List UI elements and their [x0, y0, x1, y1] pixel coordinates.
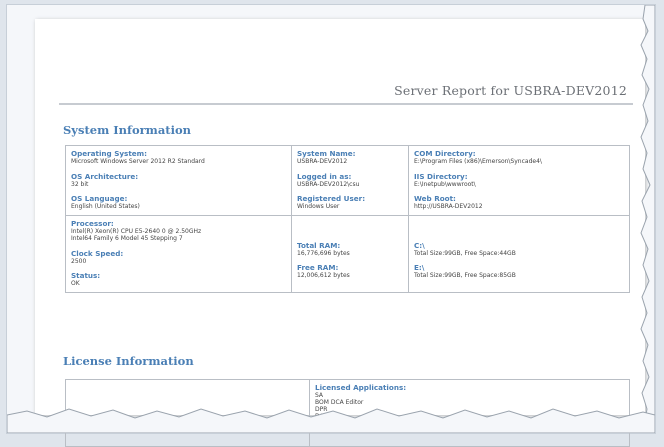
- os-label: Operating System:: [71, 149, 148, 158]
- processor-label: Processor:: [71, 218, 114, 228]
- report-page: Server Report for USBRA-DEV2012 System I…: [35, 19, 645, 447]
- drive-e-value: Total Size:99GB, Free Space:85GB: [414, 272, 516, 279]
- iis-directory-label: IIS Directory:: [414, 171, 468, 181]
- web-root-value: http://USBRA-DEV2012: [414, 203, 483, 210]
- system-information-heading: System Information: [63, 123, 192, 137]
- drive-c-label: C:\: [414, 240, 425, 250]
- os-architecture-value: 32 bit: [71, 180, 89, 188]
- clock-speed-label: Clock Speed:: [71, 248, 124, 258]
- status-value: OK: [71, 280, 80, 287]
- system-name-label: System Name:: [297, 149, 356, 158]
- clock-speed-value: 2500: [71, 257, 87, 265]
- logged-in-value: USBRA-DEV2012\csu: [297, 180, 360, 188]
- os-language-value: English (United States): [71, 203, 140, 210]
- drives-cell: C:\ Total Size:99GB, Free Space:44GB E:\…: [408, 214, 630, 293]
- processor-value-line1: Intel(R) Xeon(R) CPU E5-2640 0 @ 2.50GHz: [71, 227, 202, 235]
- torn-edge-right: [640, 5, 655, 433]
- free-ram-label: Free RAM:: [297, 263, 339, 272]
- com-directory-value: E:\Program Files (x86)\Emerson\Syncade4\: [414, 158, 542, 165]
- os-value: Microsoft Windows Server 2012 R2 Standar…: [71, 158, 205, 165]
- torn-edge-bottom: [7, 408, 655, 433]
- web-root-label: Web Root:: [414, 194, 456, 203]
- com-directory-label: COM Directory:: [414, 149, 476, 158]
- licensed-applications-label: Licensed Applications:: [315, 383, 407, 392]
- iis-directory-value: E:\Inetpub\wwwroot\: [414, 180, 476, 188]
- licensed-app: SA: [315, 392, 324, 399]
- total-ram-label: Total RAM:: [297, 240, 341, 250]
- system-name-value: USBRA-DEV2012: [297, 158, 348, 165]
- processor-cell: Processor: Intel(R) Xeon(R) CPU E5-2640 …: [65, 214, 292, 293]
- registered-user-value: Windows User: [297, 203, 340, 210]
- system-row-1: Operating System: Microsoft Windows Serv…: [65, 145, 630, 216]
- total-ram-value: 16,776,696 bytes: [297, 249, 350, 257]
- free-ram-value: 12,006,612 bytes: [297, 272, 350, 279]
- report-title: Server Report for USBRA-DEV2012: [394, 83, 627, 98]
- processor-value-line2: Intel64 Family 6 Model 45 Stepping 7: [71, 235, 183, 242]
- system-row-2: Processor: Intel(R) Xeon(R) CPU E5-2640 …: [65, 214, 630, 293]
- os-language-label: OS Language:: [71, 194, 128, 203]
- drive-e-label: E:\: [414, 263, 425, 272]
- license-information-heading: License Information: [63, 354, 194, 368]
- screenshot-frame: Server Report for USBRA-DEV2012 System I…: [6, 4, 656, 447]
- drive-c-value: Total Size:99GB, Free Space:44GB: [414, 249, 516, 257]
- os-architecture-label: OS Architecture:: [71, 171, 139, 181]
- logged-in-label: Logged in as:: [297, 171, 352, 181]
- status-label: Status:: [71, 271, 101, 280]
- title-divider: [59, 103, 633, 105]
- os-cell: Operating System: Microsoft Windows Serv…: [65, 145, 292, 216]
- system-information-table: Operating System: Microsoft Windows Serv…: [65, 145, 630, 293]
- memory-cell: Total RAM: 16,776,696 bytes Free RAM: 12…: [291, 214, 409, 293]
- system-name-cell: System Name: USBRA-DEV2012 Logged in as:…: [291, 145, 409, 216]
- registered-user-label: Registered User:: [297, 194, 366, 203]
- directories-cell: COM Directory: E:\Program Files (x86)\Em…: [408, 145, 630, 216]
